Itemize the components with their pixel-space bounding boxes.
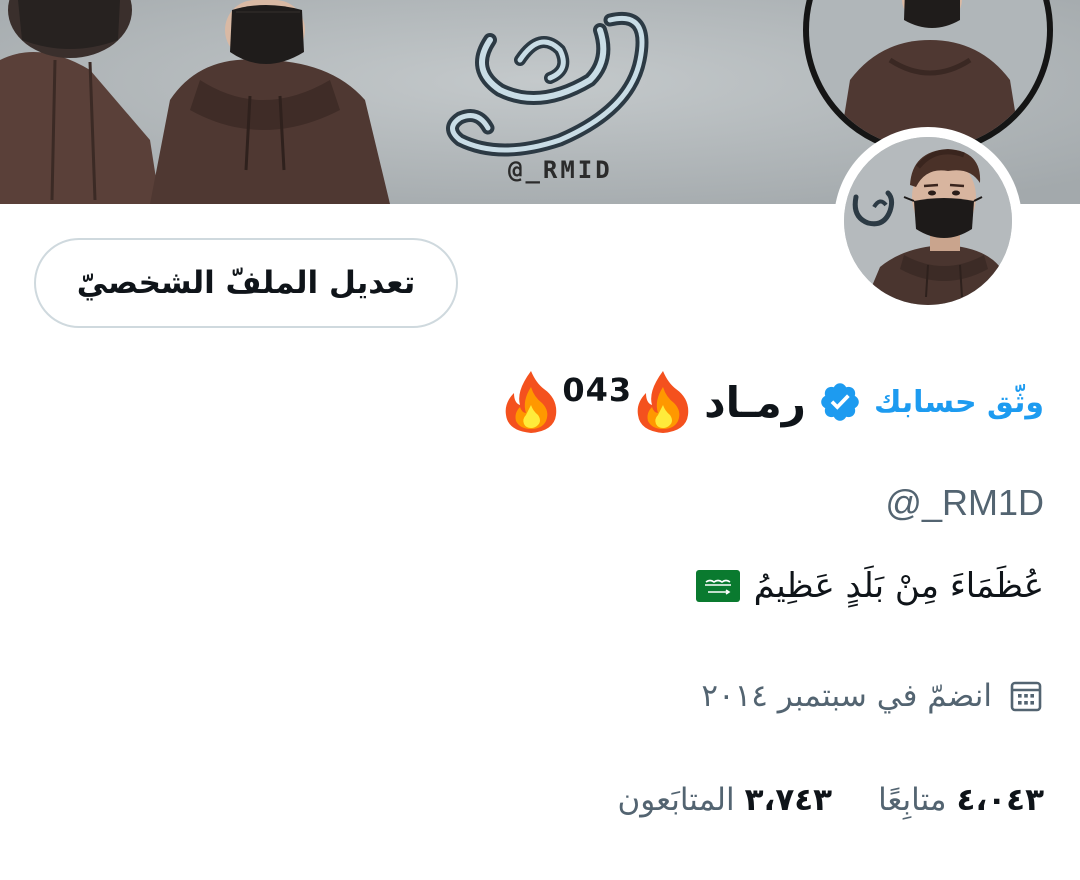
followers-stat[interactable]: ٣،٧٤٣ المتابَعون: [617, 782, 832, 818]
fire-emoji-icon: [505, 371, 557, 433]
fire-emoji-icon: [637, 371, 689, 433]
profile-avatar[interactable]: [834, 127, 1022, 315]
display-name: رمـاد 043: [500, 369, 806, 435]
avatar-illustration: [844, 137, 1012, 305]
bio-text: عُظَمَاءَ مِنْ بَلَدٍ عَظِيمُ: [753, 566, 1044, 606]
followers-count: ٣،٧٤٣: [744, 782, 833, 818]
display-name-row: وثّق حسابك رمـاد 043: [500, 362, 1044, 442]
joined-date-text: انضمّ في سبتمبر ٢٠١٤: [701, 678, 992, 714]
follow-stats: ٣،٧٤٣ المتابَعون ٤،٠٤٣ متابِعًا: [617, 782, 1044, 818]
followers-label: المتابَعون: [617, 782, 735, 818]
saudi-flag-icon: [695, 570, 740, 602]
following-stat[interactable]: ٤،٠٤٣ متابِعًا: [878, 782, 1044, 818]
verified-badge-icon[interactable]: [818, 380, 862, 424]
profile-bio: عُظَمَاءَ مِنْ بَلَدٍ عَظِيمُ: [695, 566, 1044, 606]
display-name-text: رمـاد: [704, 377, 806, 427]
profile-page: @_RMID تعديل الملفّ الشخصيّ وثّق حسابك ر…: [0, 0, 1080, 880]
banner-watermark-handle: @_RMID: [508, 156, 613, 184]
profile-handle: @_RM1D: [885, 482, 1044, 523]
following-count: ٤،٠٤٣: [956, 782, 1044, 818]
display-name-number: 043: [562, 371, 633, 409]
edit-profile-button[interactable]: تعديل الملفّ الشخصيّ: [34, 238, 458, 328]
avatar-image: [844, 137, 1012, 305]
joined-date-row: انضمّ في سبتمبر ٢٠١٤: [701, 678, 1044, 714]
following-label: متابِعًا: [878, 782, 947, 818]
verify-account-link[interactable]: وثّق حسابك: [874, 385, 1044, 420]
calendar-icon: [1010, 681, 1042, 712]
